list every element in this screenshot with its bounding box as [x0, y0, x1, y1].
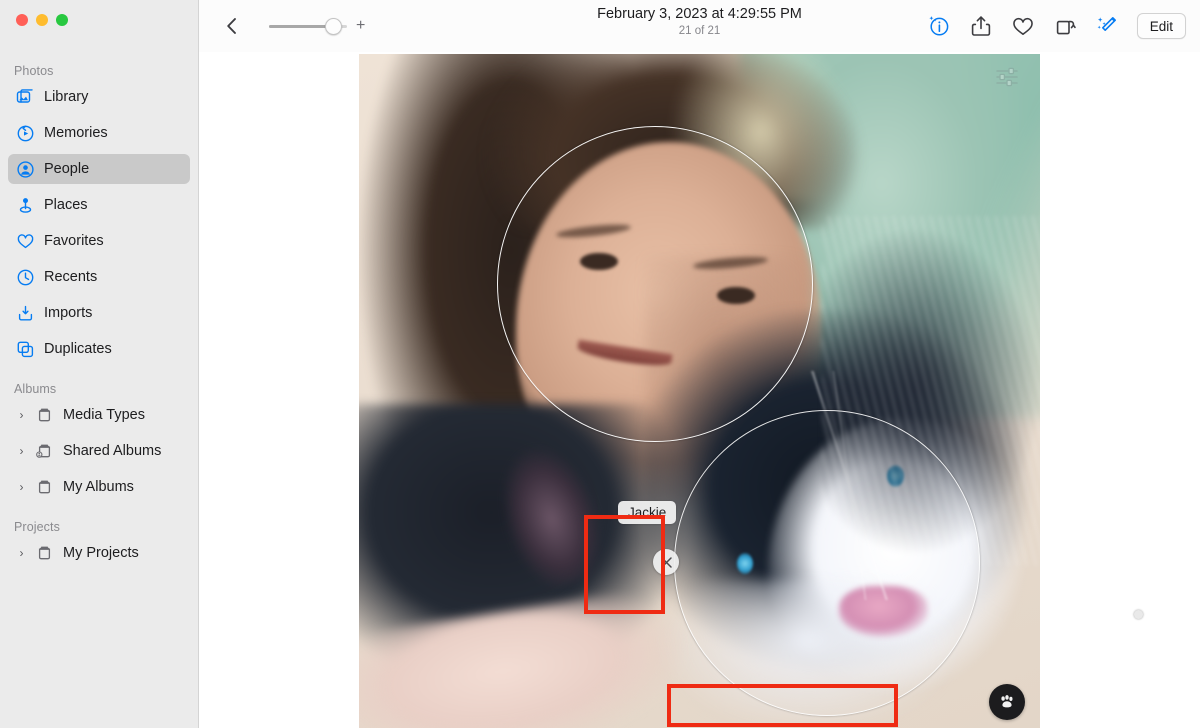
album-icon [35, 406, 54, 425]
shared-album-icon [35, 442, 54, 461]
album-icon [35, 478, 54, 497]
zoom-slider[interactable] [269, 18, 347, 35]
chevron-right-icon[interactable]: › [16, 547, 27, 559]
photo-canvas: Jackie Ruby [199, 52, 1200, 728]
sidebar-item-label: Media Types [63, 407, 145, 423]
chevron-right-icon[interactable]: › [16, 409, 27, 421]
zoom-control[interactable]: + [269, 18, 365, 35]
sidebar-item-label: People [44, 161, 90, 177]
chevron-right-icon[interactable]: › [16, 445, 27, 457]
heart-icon [16, 232, 35, 251]
remove-face-button[interactable] [653, 549, 679, 575]
zoom-in-button[interactable]: + [356, 18, 365, 34]
sidebar-item-places[interactable]: Places [8, 190, 190, 220]
duplicates-icon [16, 340, 35, 359]
window-controls [16, 14, 68, 26]
edit-button[interactable]: Edit [1136, 13, 1186, 39]
import-icon [16, 304, 35, 323]
sidebar-item-media-types[interactable]: › Media Types [8, 400, 190, 430]
sidebar-item-label: Imports [44, 305, 93, 321]
sidebar-item-label: Recents [44, 269, 98, 285]
sidebar-item-label: My Albums [63, 479, 134, 495]
photos-window: Photos Library Memories People Places Fa… [0, 0, 1200, 728]
main-content: + February 3, 2023 at 4:29:55 PM 21 of 2… [199, 0, 1200, 728]
memories-icon [16, 124, 35, 143]
sidebar-item-label: Library [44, 89, 89, 105]
sidebar-item-my-projects[interactable]: › My Projects [8, 538, 190, 568]
sidebar-item-imports[interactable]: Imports [8, 298, 190, 328]
people-icon [16, 160, 35, 179]
sidebar-item-recents[interactable]: Recents [8, 262, 190, 292]
sidebar-item-label: Duplicates [44, 341, 112, 357]
sidebar-item-favorites[interactable]: Favorites [8, 226, 190, 256]
sidebar-item-label: Shared Albums [63, 443, 162, 459]
adjustments-icon [994, 66, 1020, 93]
enhance-icon[interactable] [1095, 14, 1119, 38]
face-circle-ruby[interactable] [674, 410, 980, 716]
sidebar-item-label: Memories [44, 125, 108, 141]
sidebar-item-label: Places [44, 197, 88, 213]
close-window-button[interactable] [16, 14, 28, 26]
face-circle-jackie[interactable] [497, 126, 813, 442]
share-icon[interactable] [969, 14, 993, 38]
close-x-icon [660, 556, 672, 568]
rotate-icon[interactable] [1053, 14, 1077, 38]
sidebar-item-memories[interactable]: Memories [8, 118, 190, 148]
sidebar-item-people[interactable]: People [8, 154, 190, 184]
sidebar-item-label: My Projects [63, 545, 139, 561]
toolbar: + February 3, 2023 at 4:29:55 PM 21 of 2… [199, 0, 1200, 52]
library-icon [16, 88, 35, 107]
sidebar-item-my-albums[interactable]: › My Albums [8, 472, 190, 502]
clock-icon [16, 268, 35, 287]
toolbar-actions: Edit [927, 0, 1186, 52]
sidebar-section-projects-label: Projects [14, 520, 60, 534]
back-button[interactable] [219, 13, 245, 39]
sidebar-item-library[interactable]: Library [8, 82, 190, 112]
sidebar-item-shared-albums[interactable]: › Shared Albums [8, 436, 190, 466]
face-circle-resize-handle[interactable] [1134, 610, 1143, 619]
sidebar-section-albums-label: Albums [14, 382, 57, 396]
album-icon [35, 544, 54, 563]
sidebar-group-projects: › My Projects [0, 538, 198, 568]
info-icon[interactable] [927, 14, 951, 38]
sidebar-item-duplicates[interactable]: Duplicates [8, 334, 190, 364]
maximize-window-button[interactable] [56, 14, 68, 26]
chevron-right-icon[interactable]: › [16, 481, 27, 493]
sidebar: Photos Library Memories People Places Fa… [0, 0, 199, 728]
paw-icon [1001, 695, 1013, 708]
sidebar-group-albums: › Media Types › Shared Albums › My Album… [0, 400, 198, 502]
sidebar-item-label: Favorites [44, 233, 104, 249]
zoom-slider-fill [269, 25, 332, 28]
places-icon [16, 196, 35, 215]
sidebar-group-photos: Library Memories People Places Favorites… [0, 82, 198, 364]
minimize-window-button[interactable] [36, 14, 48, 26]
zoom-slider-thumb[interactable] [325, 18, 342, 35]
favorite-heart-icon[interactable] [1011, 14, 1035, 38]
paw-button[interactable] [989, 684, 1025, 720]
sidebar-section-photos-label: Photos [14, 64, 54, 78]
face-name-chip-jackie[interactable]: Jackie [618, 501, 677, 524]
